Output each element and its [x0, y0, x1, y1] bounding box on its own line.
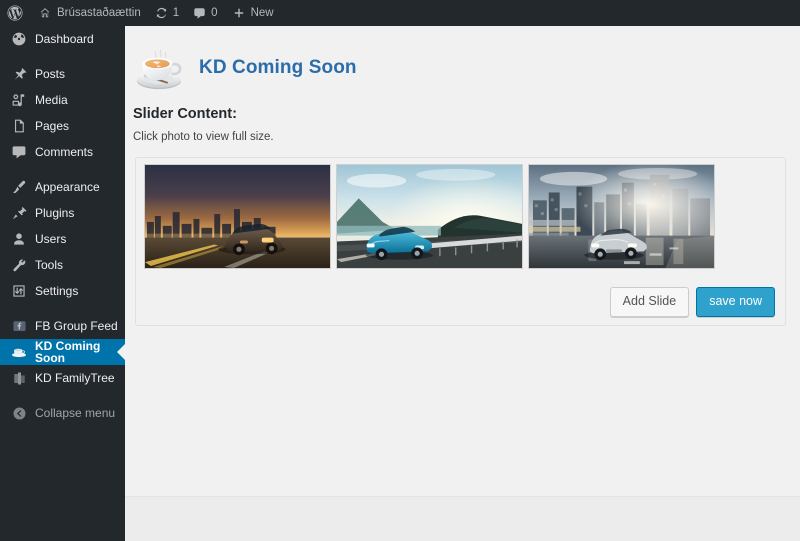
site-name-menu[interactable]: Brúsastaðaættin — [31, 0, 148, 26]
plug-icon — [9, 203, 29, 223]
sidebar-item-label: FB Group Feed — [35, 319, 118, 333]
admin-sidebar: Dashboard Posts Media Pages Comments App… — [0, 26, 125, 541]
wordpress-logo-menu[interactable] — [0, 0, 31, 26]
new-content-label: New — [250, 7, 274, 19]
menu-separator — [0, 52, 125, 61]
sidebar-item-comments[interactable]: Comments — [0, 139, 125, 165]
sidebar-item-posts[interactable]: Posts — [0, 61, 125, 87]
save-now-button[interactable]: save now — [696, 287, 775, 317]
sidebar-item-fb-group-feed[interactable]: FB Group Feed — [0, 313, 125, 339]
media-icon — [9, 90, 29, 110]
site-name-label: Brúsastaðaættin — [57, 7, 141, 19]
add-slide-button[interactable]: Add Slide — [609, 287, 690, 317]
comments-count: 0 — [211, 7, 218, 19]
content-area: KD Coming Soon Slider Content: Click pho… — [125, 26, 800, 541]
pin-icon — [9, 64, 29, 84]
sidebar-item-kd-familytree[interactable]: KD FamilyTree — [0, 365, 125, 391]
footer-area — [125, 496, 800, 541]
slide-thumbnail-1[interactable] — [144, 164, 331, 269]
plugin-header: KD Coming Soon — [125, 26, 800, 98]
slider-panel-actions: Add Slide save now — [144, 287, 777, 317]
dashboard-icon — [9, 29, 29, 49]
sidebar-item-label: KD Coming Soon — [35, 339, 101, 365]
paintbrush-icon — [9, 177, 29, 197]
slide-thumbnail-2[interactable] — [336, 164, 523, 269]
comments-menu[interactable]: 0 — [186, 0, 224, 26]
sidebar-item-label: Users — [35, 232, 67, 246]
menu-separator — [0, 165, 125, 174]
sidebar-item-tools[interactable]: Tools — [0, 252, 125, 278]
slider-panel: Add Slide save now — [135, 157, 786, 326]
sidebar-item-settings[interactable]: Settings — [0, 278, 125, 304]
updates-menu[interactable]: 1 — [148, 0, 186, 26]
sidebar-item-label: Plugins — [35, 206, 75, 220]
sidebar-item-dashboard[interactable]: Dashboard — [0, 26, 125, 52]
updates-count: 1 — [172, 7, 180, 19]
sidebar-item-kd-coming-soon[interactable]: KD Coming Soon — [0, 339, 125, 365]
wrench-icon — [9, 255, 29, 275]
sidebar-item-label: Appearance — [35, 180, 100, 194]
collapse-menu-button[interactable]: Collapse menu — [0, 400, 125, 426]
sidebar-item-media[interactable]: Media — [0, 87, 125, 113]
sidebar-item-label: Dashboard — [35, 32, 94, 46]
collapse-menu-label: Collapse menu — [35, 406, 116, 420]
pages-icon — [9, 116, 29, 136]
sidebar-item-label: Settings — [35, 284, 79, 298]
coffee-cup-logo-icon — [133, 42, 185, 94]
wordpress-logo-icon — [7, 5, 23, 21]
sidebar-item-label: Pages — [35, 119, 70, 133]
collapse-arrow-icon — [9, 403, 29, 423]
menu-separator — [0, 304, 125, 313]
facebook-feed-icon — [9, 316, 29, 336]
coffee-cup-icon — [9, 342, 29, 362]
sidebar-item-appearance[interactable]: Appearance — [0, 174, 125, 200]
menu-separator — [0, 391, 125, 400]
slide-thumbnail-3[interactable] — [528, 164, 715, 269]
user-icon — [9, 229, 29, 249]
plus-icon — [232, 6, 246, 20]
settings-icon — [9, 281, 29, 301]
body-content: KD Coming Soon Slider Content: Click pho… — [125, 26, 800, 496]
sidebar-item-label: Tools — [35, 258, 64, 272]
sidebar-item-label: Media — [35, 93, 68, 107]
slider-content-subtext: Click photo to view full size. — [133, 131, 274, 143]
admin-bar: Brúsastaðaættin 1 0 New — [0, 0, 800, 26]
sidebar-item-label: Comments — [35, 145, 94, 159]
sidebar-item-label: Posts — [35, 67, 66, 81]
sidebar-item-plugins[interactable]: Plugins — [0, 200, 125, 226]
sidebar-item-users[interactable]: Users — [0, 226, 125, 252]
slide-thumbnail-row — [144, 164, 777, 269]
sidebar-item-pages[interactable]: Pages — [0, 113, 125, 139]
updates-refresh-icon — [155, 7, 168, 20]
page-title: KD Coming Soon — [199, 57, 357, 78]
admin-menu-list: Dashboard Posts Media Pages Comments App… — [0, 26, 125, 426]
sidebar-item-label: KD FamilyTree — [35, 371, 115, 385]
comment-bubble-icon — [193, 7, 206, 20]
home-icon — [38, 6, 52, 20]
family-tree-icon — [9, 368, 29, 388]
new-content-menu[interactable]: New — [225, 0, 281, 26]
comment-icon — [9, 142, 29, 162]
slider-content-heading: Slider Content: — [133, 106, 237, 122]
